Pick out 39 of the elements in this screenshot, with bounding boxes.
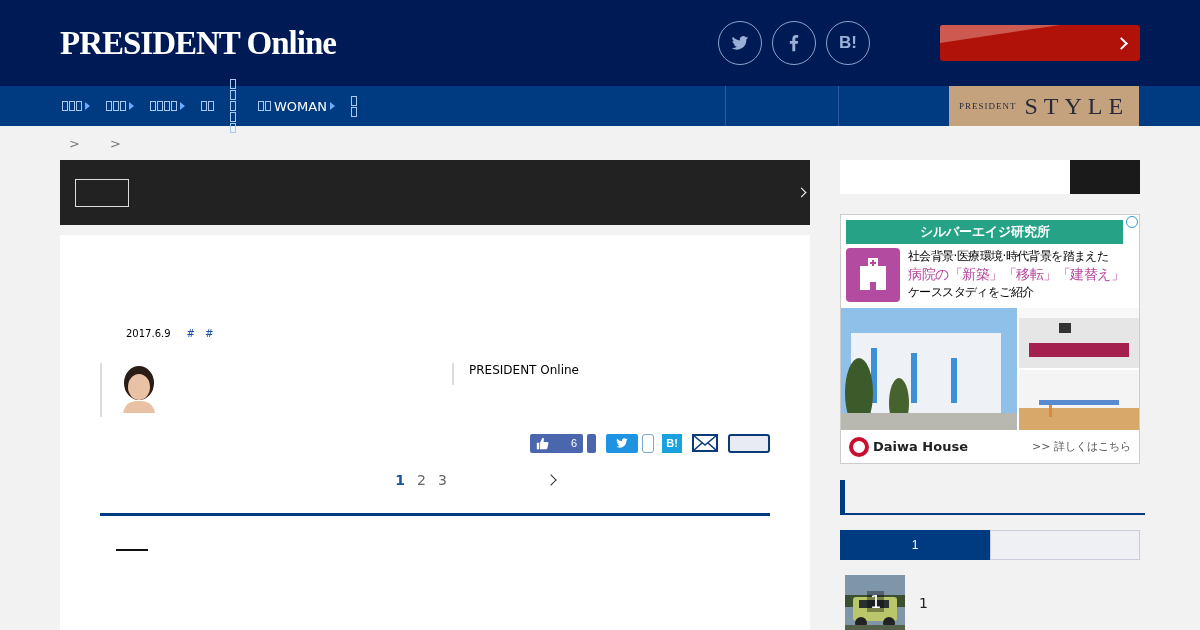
breadcrumb-separator: > <box>69 135 80 151</box>
nav-item[interactable] <box>150 101 185 111</box>
ad-headline: 病院の「新築」「移転」「建替え」 <box>908 265 1124 284</box>
breadcrumb-separator: > <box>109 135 121 151</box>
source-text: PRESIDENT Online <box>469 363 579 377</box>
style-logo[interactable]: PRESIDENT STYLE <box>949 86 1139 126</box>
nav-item[interactable]: WOMAN <box>258 98 335 114</box>
tag-link[interactable]: # <box>204 328 214 339</box>
tweet-button[interactable] <box>606 433 638 453</box>
site-logo[interactable]: PRESIDENT Online <box>60 24 336 62</box>
bird-icon <box>730 33 750 53</box>
tweet-count-bubble <box>642 433 654 453</box>
page-link[interactable]: 3 <box>437 472 447 488</box>
nav-item[interactable] <box>106 101 134 111</box>
date: 2017.6.9 <box>126 328 171 339</box>
thumbs-up-icon <box>536 436 549 450</box>
page-link[interactable]: 1 <box>395 472 405 488</box>
brand-logo-icon <box>849 436 869 457</box>
hospital-icon <box>846 248 900 302</box>
ranking-tab[interactable]: 1 <box>840 530 990 560</box>
search-field[interactable] <box>840 160 1070 194</box>
ad-link[interactable]: >> 詳しくはこちら <box>1032 439 1131 454</box>
nav-item[interactable] <box>201 101 214 111</box>
ad-title: シルバーエイジ研究所 <box>846 220 1123 244</box>
ad-text: 社会背景·医療環境·時代背景を踏まえた <box>908 248 1110 264</box>
nav-item[interactable] <box>62 101 90 111</box>
label-box <box>75 178 129 207</box>
ad-text: ケーススタディをご紹介 <box>908 284 1035 300</box>
brand-name: Daiwa House <box>873 439 968 454</box>
print-button[interactable] <box>728 433 770 453</box>
mail-icon[interactable] <box>692 434 718 452</box>
advertisement[interactable]: シルバーエイジ研究所 社会背景·医療環境·時代背景を踏まえた 病院の「新築」「移転」「建替え」 ケーススタディをご紹介 Daiwa House >> 詳しくはこちら <box>840 214 1140 464</box>
rank-number: 1 <box>867 591 885 612</box>
like-button[interactable]: 6 <box>530 433 583 453</box>
tag-link[interactable]: # <box>186 328 195 339</box>
share-counter <box>587 433 596 453</box>
page-link[interactable]: 2 <box>416 472 426 488</box>
article-link[interactable]: 1 <box>919 595 928 611</box>
bird-icon <box>615 436 629 450</box>
